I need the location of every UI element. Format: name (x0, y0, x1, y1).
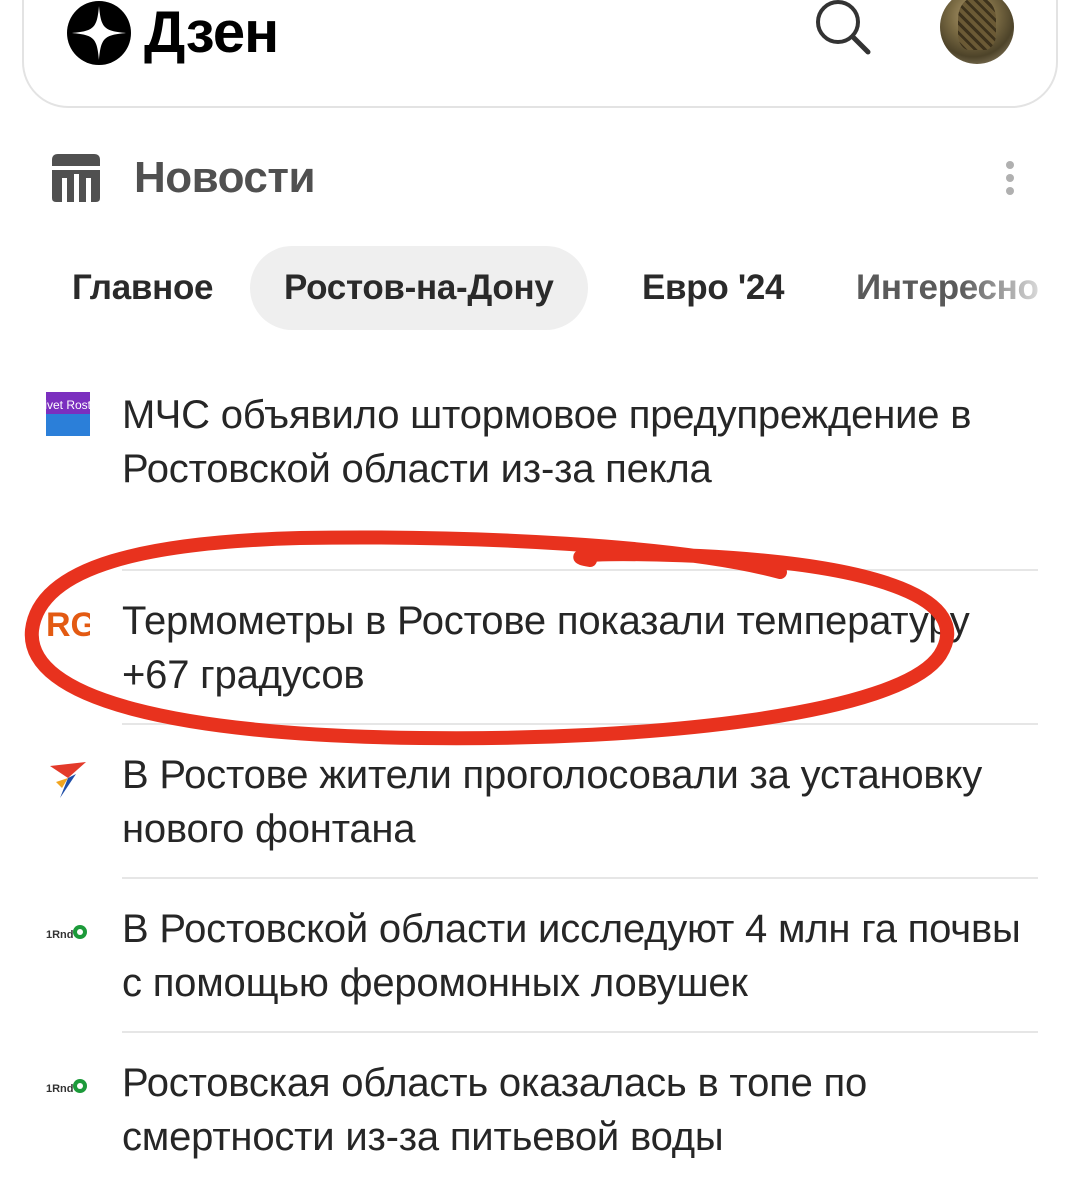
tab-interesting[interactable]: Интересно (856, 246, 1039, 330)
news-item[interactable]: В Ростове жители проголосовали за устано… (0, 748, 1080, 868)
news-item[interactable]: 1Rnd В Ростовской области исследуют 4 мл… (0, 902, 1080, 1022)
news-icon (52, 154, 100, 202)
tab-rostov[interactable]: Ростов-на-Дону (250, 246, 588, 330)
logo-text: Дзен (144, 0, 279, 65)
news-headline[interactable]: Термометры в Ростове показали температур… (122, 594, 1022, 702)
divider (122, 877, 1038, 879)
tab-main[interactable]: Главное (72, 246, 214, 330)
1rnd-logo-icon: 1Rnd (46, 925, 87, 941)
dzen-logo[interactable]: Дзен (66, 0, 279, 66)
news-headline[interactable]: В Ростове жители проголосовали за устано… (122, 748, 1022, 856)
source-logo-text: 1Rnd (46, 929, 74, 941)
news-headline[interactable]: МЧС объявило штормовое предупреждение в … (122, 388, 1022, 496)
source-logo-text: RG (46, 606, 90, 644)
section-header: Новости (48, 148, 316, 208)
dzen-logo-icon (67, 1, 131, 65)
section-title: Новости (134, 153, 316, 202)
avatar-image (958, 0, 996, 50)
source-logo-text: Privet Rostov (46, 398, 90, 412)
divider (122, 569, 1038, 571)
divider (122, 723, 1038, 725)
bird-logo-icon (50, 762, 86, 798)
divider (122, 1031, 1038, 1033)
news-headline[interactable]: В Ростовской области исследуют 4 млн га … (122, 902, 1022, 1010)
kebab-dot (1006, 174, 1014, 182)
privet-rostov-logo-icon: Privet Rostov (46, 392, 90, 436)
1rnd-logo-icon: 1Rnd (46, 1079, 87, 1095)
category-tabs: Главное Ростов-на-Дону Евро '24 Интересн… (0, 246, 1080, 330)
search-icon (816, 0, 871, 55)
news-item[interactable]: Privet Rostov МЧС объявило штормовое пре… (0, 388, 1080, 548)
rg-logo-icon: RG (46, 606, 90, 644)
news-item[interactable]: 1Rnd Ростовская область оказалась в топе… (0, 1056, 1080, 1176)
kebab-dot (1006, 161, 1014, 169)
search-button[interactable] (808, 0, 878, 60)
source-logo-text: 1Rnd (46, 1083, 74, 1095)
news-headline[interactable]: Ростовская область оказалась в топе по с… (122, 1056, 1022, 1164)
kebab-dot (1006, 187, 1014, 195)
news-item[interactable]: RG Термометры в Ростове показали темпера… (0, 594, 1080, 714)
more-options-button[interactable] (994, 156, 1026, 202)
tab-euro24[interactable]: Евро '24 (642, 246, 785, 330)
